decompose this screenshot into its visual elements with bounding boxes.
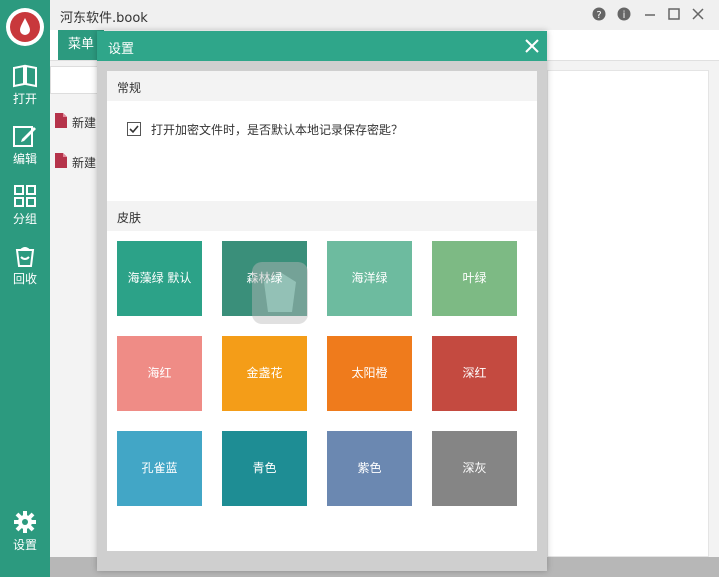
list-item[interactable]: 新建 (52, 108, 102, 136)
skin-tile[interactable]: 深灰 (432, 431, 517, 506)
sidebar-item-settings[interactable]: 设置 (0, 510, 50, 560)
svg-text:i: i (623, 10, 626, 21)
editor-panel (547, 70, 709, 557)
document-icon (55, 113, 67, 128)
document-icon (55, 153, 67, 168)
sidebar-item-edit[interactable]: 编辑 (0, 124, 50, 174)
sidebar-item-label: 编辑 (12, 152, 37, 166)
sidebar-item-group[interactable]: 分组 (0, 184, 50, 234)
section-heading: 常规 (117, 81, 142, 95)
maximize-icon[interactable] (666, 7, 682, 23)
skin-tile[interactable]: 孔雀蓝 (117, 431, 202, 506)
book-icon (13, 64, 37, 88)
title-bar: 河东软件.book ? i (50, 0, 719, 30)
section-skin: 皮肤 (107, 201, 537, 231)
sidebar-item-label: 分组 (12, 212, 37, 226)
app-logo (6, 8, 44, 46)
skin-tile[interactable]: 海藻绿 默认 (117, 241, 202, 316)
skin-tile[interactable]: 金盏花 (222, 336, 307, 411)
minimize-icon[interactable] (642, 7, 658, 23)
section-general: 常规 (107, 71, 537, 101)
section-heading: 皮肤 (117, 211, 142, 225)
trash-icon (15, 247, 35, 267)
sidebar-item-label: 回收 (12, 272, 37, 286)
sidebar-item-label: 设置 (12, 538, 37, 552)
edit-icon (13, 126, 36, 147)
skin-tile[interactable]: 森林绿 (222, 241, 307, 316)
help-icon[interactable]: ? (591, 7, 607, 23)
skin-tile[interactable]: 海洋绿 (327, 241, 412, 316)
list-item[interactable]: 新建 (52, 148, 102, 176)
svg-text:?: ? (596, 10, 601, 21)
close-icon[interactable] (690, 7, 706, 23)
dialog-body: 常规 打开加密文件时，是否默认本地记录保存密匙？ 皮肤 海藻绿 默认 森林绿 海洋绿… (107, 71, 537, 551)
checkbox-label: 打开加密文件时，是否默认本地记录保存密匙？ (151, 123, 404, 137)
skin-tile[interactable]: 青色 (222, 431, 307, 506)
skin-tile[interactable]: 深红 (432, 336, 517, 411)
dialog-header: 设置 (97, 31, 547, 61)
settings-dialog: 设置 常规 打开加密文件时，是否默认本地记录保存密匙？ 皮肤 海藻绿 默认 森林绿… (97, 31, 547, 571)
gear-icon (14, 511, 36, 533)
app-title: 河东软件.book (60, 11, 148, 26)
dialog-close-icon[interactable] (525, 35, 539, 58)
sidebar-item-open[interactable]: 打开 (0, 64, 50, 114)
skin-tile[interactable]: 海红 (117, 336, 202, 411)
checkbox[interactable] (127, 122, 141, 136)
skin-tile[interactable]: 叶绿 (432, 241, 517, 316)
skin-tile[interactable]: 太阳橙 (327, 336, 412, 411)
list-item-label: 新建 (72, 156, 97, 170)
list-item-label: 新建 (72, 116, 97, 130)
info-icon[interactable]: i (616, 7, 632, 23)
sidebar-item-recycle[interactable]: 回收 (0, 244, 50, 294)
checkmark-icon (129, 125, 139, 134)
skin-tile[interactable]: 紫色 (327, 431, 412, 506)
sidebar: 打开 编辑 分组 回收 设置 (0, 0, 50, 577)
sidebar-item-label: 打开 (12, 92, 37, 106)
grid-icon (14, 185, 36, 207)
dialog-title: 设置 (108, 42, 135, 57)
search-input[interactable] (50, 66, 104, 94)
